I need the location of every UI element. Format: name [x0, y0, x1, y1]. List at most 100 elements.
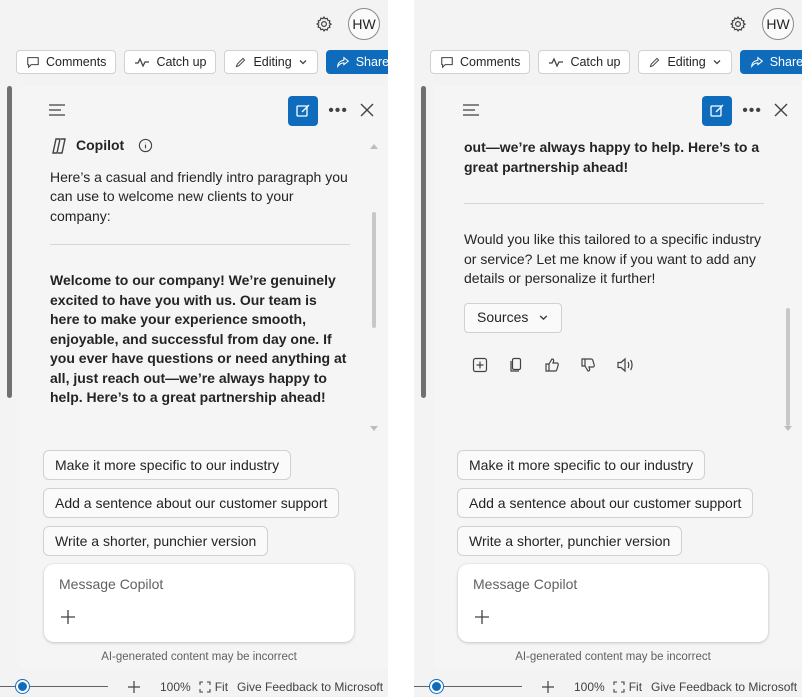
divider: [50, 244, 350, 245]
scroll-down-arrow[interactable]: [784, 426, 792, 431]
add-to-document-icon[interactable]: [472, 357, 488, 373]
zoom-slider[interactable]: [414, 676, 522, 697]
zoom-slider-thumb[interactable]: [430, 680, 444, 693]
new-chat-button[interactable]: [288, 96, 318, 126]
toolbar: Comments Catch up Editing Share: [16, 50, 388, 74]
share-icon: [750, 56, 763, 69]
message-composer[interactable]: Message Copilot: [44, 564, 354, 642]
welcome-paragraph-tail: out—we’re always happy to help. Here’s t…: [464, 139, 760, 175]
zoom-slider[interactable]: [0, 676, 108, 697]
zoom-in-icon[interactable]: [128, 680, 140, 693]
fit-icon: [613, 680, 625, 693]
toolbar: Comments Catch up Editing Share: [430, 50, 802, 74]
chat-scrollbar-thumb[interactable]: [372, 212, 376, 328]
scroll-up-arrow[interactable]: [370, 144, 378, 149]
comments-button[interactable]: Comments: [16, 50, 117, 74]
more-options-icon[interactable]: •••: [742, 102, 762, 120]
intro-text: Here’s a casual and friendly intro parag…: [50, 168, 348, 224]
comment-icon: [441, 57, 453, 69]
scroll-down-arrow[interactable]: [370, 426, 378, 431]
zoom-in-icon[interactable]: [542, 680, 554, 693]
divider: [464, 203, 764, 204]
fit-icon: [199, 680, 211, 693]
suggestion-list: Make it more specific to our industry Ad…: [43, 450, 340, 556]
pencil-icon: [236, 57, 246, 67]
suggestion-list: Make it more specific to our industry Ad…: [457, 450, 754, 556]
new-chat-button[interactable]: [702, 96, 732, 126]
pulse-icon: [549, 57, 564, 68]
suggestion-chip[interactable]: Add a sentence about our customer suppor…: [457, 488, 754, 518]
zoom-level[interactable]: 100%: [574, 680, 605, 694]
copilot-pane: ••• Copilot Here’s a casual and friendly…: [20, 86, 388, 668]
compose-icon: [710, 104, 724, 117]
copilot-logo-icon: [52, 138, 66, 154]
info-icon[interactable]: [138, 138, 153, 153]
add-attachment-icon[interactable]: [60, 609, 76, 625]
thumbs-up-icon[interactable]: [544, 357, 560, 373]
fit-button[interactable]: Fit: [199, 680, 228, 694]
chevron-down-icon: [299, 60, 307, 65]
zoom-slider-thumb[interactable]: [16, 680, 30, 693]
copy-icon[interactable]: [508, 357, 524, 373]
top-icons: HW: [314, 8, 380, 40]
share-button[interactable]: Share: [325, 50, 388, 74]
suggestion-chip[interactable]: Make it more specific to our industry: [457, 450, 706, 480]
catchup-button[interactable]: Catch up: [538, 50, 631, 74]
share-button[interactable]: Share: [739, 50, 802, 74]
thumbs-down-icon[interactable]: [580, 357, 596, 373]
document-scrollbar[interactable]: [7, 86, 12, 398]
chevron-down-icon: [540, 315, 548, 321]
status-bar: 100% Fit Give Feedback to Microsoft: [0, 676, 388, 697]
feedback-link[interactable]: Give Feedback to Microsoft: [651, 680, 797, 694]
copilot-header: Copilot: [50, 136, 350, 156]
user-avatar[interactable]: HW: [348, 8, 380, 40]
message-input-placeholder[interactable]: Message Copilot: [473, 576, 577, 592]
chat-content: out—we’re always happy to help. Here’s t…: [464, 138, 764, 373]
read-aloud-icon[interactable]: [616, 357, 634, 373]
editing-mode-button[interactable]: Editing: [224, 50, 318, 74]
sources-button[interactable]: Sources: [464, 302, 563, 333]
status-bar: 100% Fit Give Feedback to Microsoft: [414, 676, 802, 697]
more-options-icon[interactable]: •••: [328, 102, 348, 120]
suggestion-chip[interactable]: Write a shorter, punchier version: [457, 526, 683, 556]
menu-icon[interactable]: [462, 103, 480, 117]
suggestion-chip[interactable]: Write a shorter, punchier version: [43, 526, 269, 556]
copilot-pane-header: •••: [48, 96, 374, 126]
copilot-pane: ••• out—we’re always happy to help. Here…: [434, 86, 802, 668]
share-icon: [336, 56, 349, 69]
feedback-link[interactable]: Give Feedback to Microsoft: [237, 680, 383, 694]
pencil-icon: [650, 57, 660, 67]
close-icon[interactable]: [774, 103, 788, 117]
pulse-icon: [135, 57, 150, 68]
left-panel: HW Comments Catch up Editing Share ••• C…: [0, 0, 388, 697]
zoom-level[interactable]: 100%: [160, 680, 191, 694]
chevron-down-icon: [713, 60, 721, 65]
user-avatar[interactable]: HW: [762, 8, 794, 40]
comment-icon: [27, 57, 39, 69]
comments-button[interactable]: Comments: [430, 50, 531, 74]
response-actions: [472, 357, 764, 373]
welcome-paragraph: Welcome to our company! We’re genuinely …: [50, 272, 347, 405]
top-icons: HW: [728, 8, 794, 40]
right-panel: HW Comments Catch up Editing Share ••• o…: [414, 0, 802, 697]
message-input-placeholder[interactable]: Message Copilot: [59, 576, 163, 592]
chat-scrollbar-thumb[interactable]: [786, 308, 790, 426]
settings-gear-icon[interactable]: [314, 14, 334, 34]
editing-mode-button[interactable]: Editing: [638, 50, 732, 74]
compose-icon: [296, 104, 310, 117]
close-icon[interactable]: [360, 103, 374, 117]
catchup-button[interactable]: Catch up: [124, 50, 217, 74]
ai-disclaimer: AI-generated content may be incorrect: [515, 651, 711, 663]
document-scrollbar[interactable]: [421, 86, 426, 398]
ai-disclaimer: AI-generated content may be incorrect: [101, 651, 297, 663]
suggestion-chip[interactable]: Make it more specific to our industry: [43, 450, 292, 480]
message-composer[interactable]: Message Copilot: [458, 564, 768, 642]
menu-icon[interactable]: [48, 103, 66, 117]
fit-button[interactable]: Fit: [613, 680, 642, 694]
chat-content: Copilot Here’s a casual and friendly int…: [50, 136, 350, 408]
suggestion-chip[interactable]: Add a sentence about our customer suppor…: [43, 488, 340, 518]
add-attachment-icon[interactable]: [474, 609, 490, 625]
settings-gear-icon[interactable]: [728, 14, 748, 34]
followup-text: Would you like this tailored to a specif…: [464, 231, 761, 286]
copilot-pane-header: •••: [462, 96, 788, 126]
